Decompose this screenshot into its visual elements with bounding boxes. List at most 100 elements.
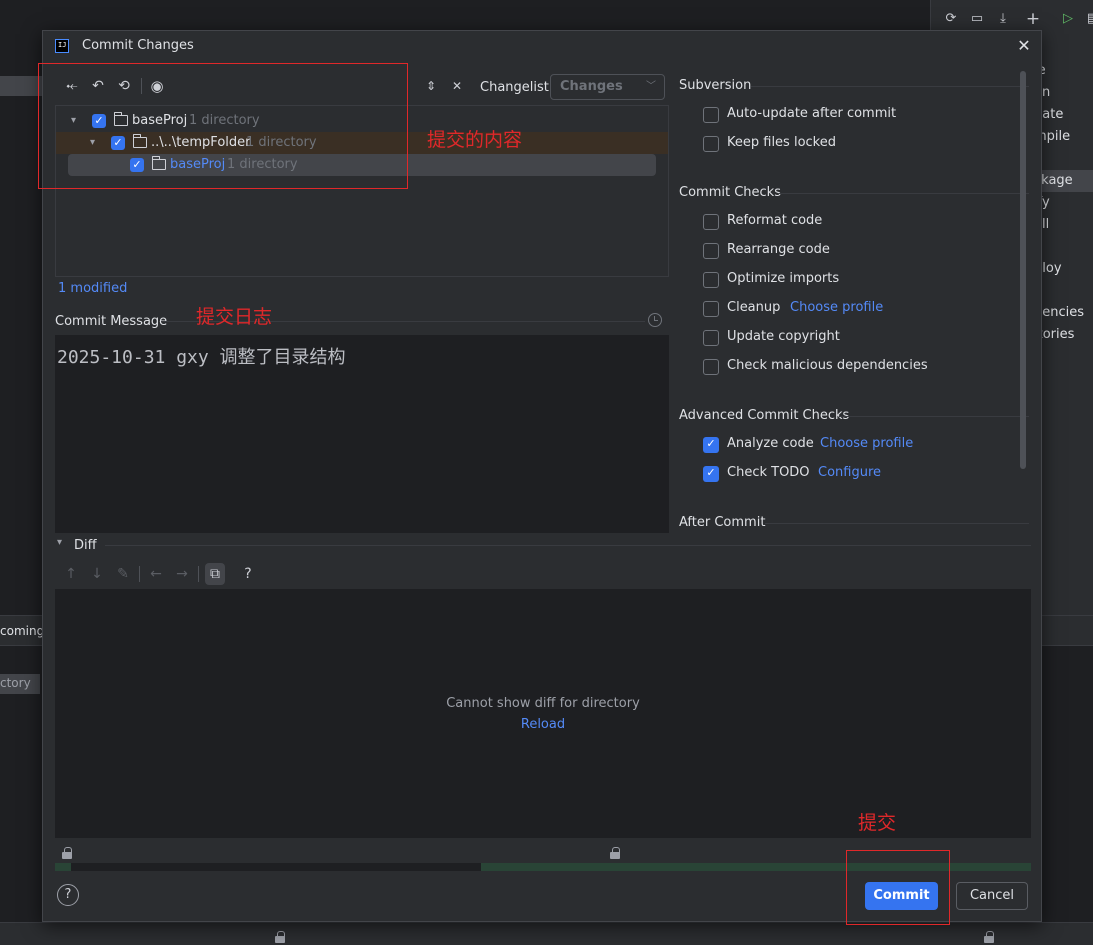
cancel-button[interactable]: Cancel (956, 882, 1028, 910)
configure-link[interactable]: Configure (818, 465, 881, 480)
commit-message-text: 2025-10-31 gxy 调整了目录结构 (57, 347, 346, 368)
divider (779, 193, 1029, 194)
annotation-box-content (38, 63, 408, 189)
checkbox[interactable] (703, 136, 719, 152)
reload-link[interactable]: Reload (55, 717, 1031, 732)
arrow-left-icon[interactable]: ← (146, 563, 166, 585)
diff-viewer: Cannot show diff for directory Reload (55, 589, 1031, 838)
toolbar-separator (139, 566, 140, 582)
expand-all-icon[interactable]: ⇕ (420, 75, 442, 97)
left-directory-text: ctory (0, 676, 31, 690)
download-icon[interactable]: ⤓ (994, 10, 1012, 28)
section-title-advanced-commit-checks: Advanced Commit Checks (679, 408, 850, 423)
checkbox[interactable] (703, 330, 719, 346)
commit-options-panel: Subversion Auto-update after commit Keep… (679, 75, 1029, 535)
lock-icon (984, 931, 994, 943)
left-selected-row (0, 76, 42, 96)
build-icon[interactable]: ▤ (1084, 10, 1093, 28)
left-directory-row: ctory (0, 674, 40, 694)
maven-item[interactable]: ploy (1042, 258, 1093, 280)
maven-item-selected[interactable]: ckage (1042, 170, 1093, 192)
arrow-up-icon[interactable]: ↑ (61, 563, 81, 585)
maven-item[interactable]: an (1042, 82, 1093, 104)
maven-item[interactable]: t (1042, 148, 1093, 170)
checkbox-checked[interactable]: ✓ (703, 466, 719, 482)
run-icon[interactable]: ▷ (1059, 10, 1077, 28)
add-icon[interactable]: + (1024, 10, 1042, 28)
option-label: Reformat code (727, 213, 823, 228)
checkbox[interactable] (703, 272, 719, 288)
edit-pencil-icon[interactable]: ✎ (113, 563, 133, 585)
maven-item[interactable]: date (1042, 104, 1093, 126)
dialog-titlebar: IJ Commit Changes ✕ (43, 31, 1041, 61)
changelist-dropdown[interactable]: Changes ﹀ (550, 74, 665, 100)
help-button[interactable]: ? (57, 884, 79, 906)
history-clock-icon[interactable] (648, 313, 662, 327)
maven-item[interactable]: ify (1042, 192, 1093, 214)
divider (105, 545, 1031, 546)
commit-message-label: Commit Message (55, 314, 168, 329)
collapse-all-icon[interactable]: ✕ (446, 75, 468, 97)
dialog-title: Commit Changes (82, 38, 194, 53)
lock-icon (610, 847, 620, 859)
left-panel (0, 0, 42, 945)
section-title-commit-checks: Commit Checks (679, 185, 781, 200)
maven-item[interactable]: dencies (1042, 302, 1093, 324)
intellij-logo-icon: IJ (55, 39, 69, 53)
diff-change-marker (55, 863, 71, 871)
arrow-down-icon[interactable]: ↓ (87, 563, 107, 585)
maven-item[interactable]: mpile (1042, 126, 1093, 148)
maven-panel: le an date mpile t ckage ify all · ploy … (1042, 36, 1093, 616)
diff-empty-message: Cannot show diff for directory (446, 696, 640, 711)
compare-icon[interactable]: ⧉ (205, 563, 225, 585)
sync-icon[interactable]: ⟳ (942, 10, 960, 28)
chevron-down-icon[interactable]: ▾ (57, 537, 62, 548)
changelist-value: Changes (560, 79, 623, 94)
arrow-right-icon[interactable]: → (172, 563, 192, 585)
maven-item[interactable]: all (1042, 214, 1093, 236)
checkbox[interactable] (703, 107, 719, 123)
option-label: Auto-update after commit (727, 106, 897, 121)
maven-item[interactable]: s (1042, 280, 1093, 302)
folder-sync-icon[interactable]: ▭ (968, 10, 986, 28)
option-label: Check TODO (727, 465, 810, 480)
help-icon[interactable]: ? (238, 563, 258, 585)
option-label: Analyze code (727, 436, 814, 451)
checkbox[interactable] (703, 214, 719, 230)
divider (751, 86, 1029, 87)
commit-message-editor[interactable]: 2025-10-31 gxy 调整了目录结构 (55, 335, 669, 533)
option-label: Keep files locked (727, 135, 836, 150)
choose-profile-link[interactable]: Choose profile (820, 436, 913, 451)
divider (765, 523, 1029, 524)
option-label: Check malicious dependencies (727, 358, 928, 373)
checkbox[interactable] (703, 243, 719, 259)
options-scrollbar[interactable] (1020, 71, 1026, 469)
option-label: Update copyright (727, 329, 840, 344)
option-label: Optimize imports (727, 271, 840, 286)
modified-count-link[interactable]: 1 modified (58, 281, 127, 296)
checkbox[interactable] (703, 359, 719, 375)
option-label: Rearrange code (727, 242, 830, 257)
lock-icon (275, 931, 285, 943)
close-button[interactable]: ✕ (1015, 37, 1033, 55)
diff-section-header[interactable]: ▾ Diff (55, 536, 1031, 556)
maven-item[interactable]: itories (1042, 324, 1093, 346)
chevron-down-icon: ﹀ (646, 81, 656, 92)
divider (839, 416, 1029, 417)
checkbox-checked[interactable]: ✓ (703, 437, 719, 453)
checkbox[interactable] (703, 301, 719, 317)
diff-title: Diff (74, 538, 97, 553)
annotation-label-log: 提交日志 (196, 306, 273, 328)
annotation-box-commit (846, 850, 950, 925)
maven-item[interactable]: le (1042, 60, 1093, 82)
maven-item[interactable]: · (1042, 236, 1093, 258)
lock-icon (62, 847, 72, 859)
option-label: Cleanup (727, 300, 781, 315)
left-incoming-text: coming (0, 624, 42, 638)
diff-toolbar: ↑ ↓ ✎ ← → ⧉ ? (55, 563, 355, 585)
left-strip: coming (0, 615, 42, 646)
choose-profile-link[interactable]: Choose profile (790, 300, 883, 315)
section-title-subversion: Subversion (679, 78, 752, 93)
ide-status-bar (0, 922, 1093, 945)
right-strip (1042, 615, 1093, 646)
